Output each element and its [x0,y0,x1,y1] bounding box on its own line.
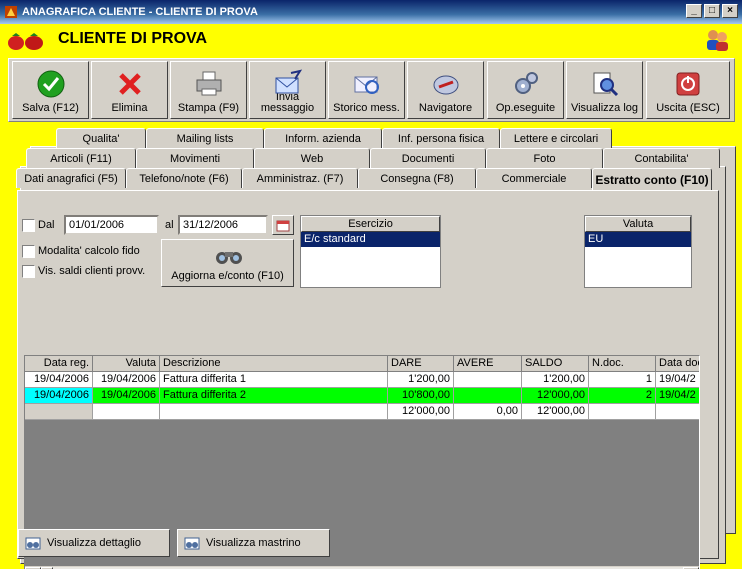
to-date-input[interactable]: 31/12/2006 [178,215,268,235]
tab-amministraz[interactable]: Amministraz. (F7) [242,168,358,188]
col-header[interactable]: Data reg. [25,356,93,372]
exit-button[interactable]: Uscita (ESC) [646,61,730,119]
valuta-list[interactable]: Valuta EU [584,215,692,288]
tab-consegna[interactable]: Consegna (F8) [358,168,476,188]
col-header[interactable]: Descrizione [160,356,388,372]
tab-inform-azienda[interactable]: Inform. azienda [264,128,382,148]
valuta-selected-item[interactable]: EU [585,232,691,247]
client-name: CLIENTE DI PROVA [58,30,208,47]
client-header: CLIENTE DI PROVA [0,24,742,56]
maximize-button[interactable]: □ [704,4,720,18]
tab-movimenti[interactable]: Movimenti [136,148,254,168]
tab-telefono-note[interactable]: Telefono/note (F6) [126,168,242,188]
vis-saldi-label: Vis. saldi clienti provv. [38,265,146,277]
dal-label: Dal [38,219,55,231]
col-header[interactable]: SALDO [522,356,589,372]
col-header[interactable]: DARE [388,356,454,372]
view-log-button[interactable]: Visualizza log [566,61,643,119]
close-button[interactable]: × [722,4,738,18]
calendar-button[interactable] [272,215,294,235]
tab-dati-anagrafici[interactable]: Dati anagrafici (F5) [16,168,126,188]
strawberry-logo-icon [8,33,43,50]
exit-icon [676,72,700,96]
delete-button[interactable]: Elimina [91,61,168,119]
send-message-button[interactable]: Invia messaggio [249,61,326,119]
binoculars-icon [216,252,242,264]
al-label: al [165,219,174,231]
check-icon [37,70,64,98]
tab-estratto-conto[interactable]: Estratto conto (F10) [592,168,712,190]
tab-mailing-lists[interactable]: Mailing lists [146,128,264,148]
dal-checkbox[interactable] [22,219,35,232]
message-history-button[interactable]: Storico mess. [328,61,405,119]
totals-row: 12'000,00 0,00 12'000,00 [25,404,699,420]
tab-qualita[interactable]: Qualita' [56,128,146,148]
operations-done-button[interactable]: Op.eseguite [487,61,564,119]
esercizio-selected-item[interactable]: E/c standard [301,232,440,247]
tab-commerciale[interactable]: Commerciale [476,168,592,188]
modalita-fido-checkbox[interactable] [22,245,35,258]
app-icon [5,6,17,18]
save-button[interactable]: Salva (F12) [12,61,89,119]
binoculars-small-icon [184,537,200,550]
compass-icon [433,75,458,95]
log-search-icon [593,72,618,97]
tab-contabilita[interactable]: Contabilita' [603,148,720,168]
col-header[interactable]: AVERE [454,356,522,372]
calendar-icon [276,220,290,231]
gears-icon [514,72,538,94]
tab-foto[interactable]: Foto [486,148,603,168]
window-title: ANAGRAFICA CLIENTE - CLIENTE DI PROVA [22,6,258,18]
tab-area: Qualita' Mailing lists Inform. azienda I… [8,128,736,569]
from-date-input[interactable]: 01/01/2006 [64,215,159,235]
navigator-button[interactable]: Navigatore [407,61,484,119]
main-toolbar: Salva (F12) Elimina Stampa (F9) Invia me… [8,58,735,122]
binoculars-small-icon [25,537,41,550]
table-row[interactable]: 19/04/2006 19/04/2006 Fattura differita … [25,388,699,404]
col-header[interactable]: Valuta [93,356,160,372]
print-button[interactable]: Stampa (F9) [170,61,247,119]
grid-header-row: Data reg. Valuta Descrizione DARE AVERE … [25,356,699,372]
printer-icon [196,71,221,96]
esercizio-list[interactable]: Esercizio E/c standard [300,215,441,288]
view-ledger-button[interactable]: Visualizza mastrino [177,529,330,557]
users-icon[interactable] [704,28,730,52]
view-detail-button[interactable]: Visualizza dettaglio [18,529,170,557]
delete-x-icon [118,73,141,95]
tab-articoli[interactable]: Articoli (F11) [26,148,136,168]
tab-lettere-circolari[interactable]: Lettere e circolari [500,128,612,148]
estratto-conto-panel: Dal 01/01/2006 al 31/12/2006 Modalita' c… [17,190,719,569]
table-row[interactable]: 19/04/2006 19/04/2006 Fattura differita … [25,372,699,388]
refresh-statement-button[interactable]: Aggiorna e/conto (F10) [161,239,294,287]
col-header[interactable]: N.doc. [589,356,656,372]
tab-inf-persona-fisica[interactable]: Inf. persona fisica [382,128,500,148]
esercizio-header: Esercizio [301,216,440,232]
title-bar: ANAGRAFICA CLIENTE - CLIENTE DI PROVA _ … [0,0,742,24]
minimize-button[interactable]: _ [686,4,702,18]
tab-web[interactable]: Web [254,148,370,168]
message-history-icon [354,76,379,94]
valuta-header: Valuta [585,216,691,232]
vis-saldi-checkbox[interactable] [22,265,35,278]
send-message-icon [275,69,302,94]
tab-documenti[interactable]: Documenti [370,148,486,168]
col-header[interactable]: Data doc [656,356,699,372]
modalita-fido-label: Modalita' calcolo fido [38,245,140,257]
